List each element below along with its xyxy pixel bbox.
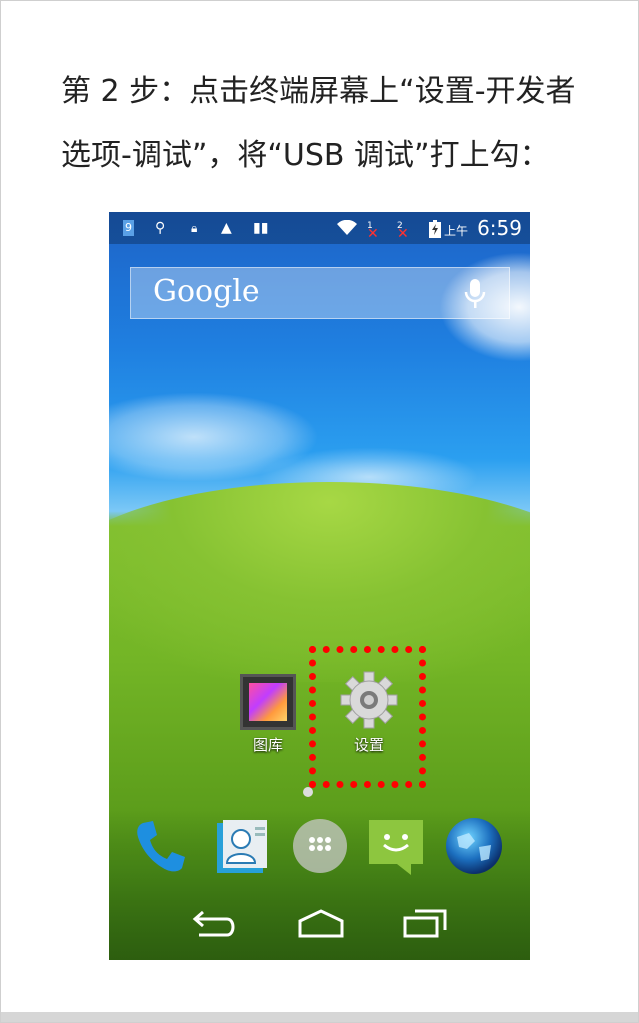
dock-browser[interactable] [445,817,503,875]
dock-phone[interactable] [131,817,189,875]
google-search-bar[interactable]: Google [130,267,510,319]
usb-icon: ⚲ [155,220,166,236]
lock-icon: 🔒︎ [191,221,198,235]
sim2-no-signal-icon: ✕ [397,226,409,242]
sim1-no-signal-icon: ✕ [367,226,379,242]
phone-icon [137,821,185,872]
clock-time: 6:59 [477,216,522,240]
browser-globe-icon [446,818,502,874]
instruction-line-1: 第 2 步：点击终端屏幕上“设置-开发者 [61,74,576,109]
google-logo: Google [153,274,260,309]
wifi-icon [337,219,357,240]
highlight-box [309,646,426,788]
document-page: 第 2 步：点击终端屏幕上“设置-开发者 选项-调试”，将“USB 调试”打上勾… [0,0,639,1023]
recent-apps-icon [403,909,447,938]
gallery-icon [240,674,296,730]
dock-app-drawer[interactable] [291,817,349,875]
status-bar: 9 ⚲ 🔒︎ ▲ ▮▮ 1 ✕ 2 ✕ 上午 6:59 [109,212,530,244]
page-indicator [303,787,313,797]
contacts-icon [217,820,267,873]
back-button[interactable] [191,908,239,942]
dock-messaging[interactable] [367,817,425,875]
clock-ampm: 上午 [443,224,468,238]
app-gallery[interactable]: 图库 [233,674,303,755]
navigation-bar [109,890,530,960]
home-button[interactable] [297,908,345,942]
instruction-line-2: 选项-调试”，将“USB 调试”打上勾： [61,138,550,173]
recent-apps-button[interactable] [401,908,449,942]
phone-screenshot: 9 ⚲ 🔒︎ ▲ ▮▮ 1 ✕ 2 ✕ 上午 6:59 Google 图库 设置 [109,212,530,960]
messaging-icon [369,820,423,875]
dock-contacts[interactable] [213,817,271,875]
warning-icon: ▲ [221,220,232,236]
app-label: 图库 [252,736,283,754]
notification-app-icon: 9 [123,220,134,236]
microphone-icon[interactable] [463,278,487,314]
battery-charging-icon [429,220,441,242]
app-drawer-icon [293,819,347,873]
home-icon [298,909,344,938]
back-icon [192,910,235,937]
barcode-icon: ▮▮ [253,220,269,236]
